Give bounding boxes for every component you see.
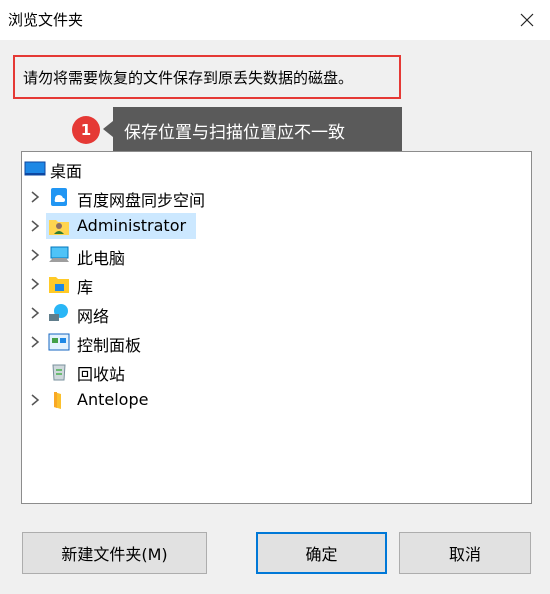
- tree-item-label: 回收站: [77, 365, 126, 384]
- user-folder-icon: [49, 220, 69, 235]
- tree-item-control-panel[interactable]: 控制面板: [22, 329, 172, 355]
- step-badge: 1: [72, 116, 100, 144]
- window-title: 浏览文件夹: [8, 11, 84, 29]
- computer-icon: [49, 246, 69, 262]
- chevron-right-icon[interactable]: [28, 248, 42, 262]
- chevron-right-icon[interactable]: [28, 219, 42, 233]
- recycle-bin-icon: [52, 364, 66, 381]
- tree-item-baidu-sync[interactable]: 百度网盘同步空间: [22, 184, 242, 210]
- close-button[interactable]: [504, 0, 550, 40]
- desktop-icon: [24, 161, 46, 176]
- ok-button[interactable]: 确定: [256, 532, 387, 574]
- cloud-sync-icon: [51, 188, 67, 206]
- tree-item-label: 网络: [77, 307, 110, 326]
- tree-item-desktop[interactable]: 桌面: [22, 155, 202, 181]
- tooltip-arrow: [103, 121, 113, 137]
- annotation-tooltip: 保存位置与扫描位置应不一致: [103, 107, 402, 151]
- chevron-right-icon[interactable]: [28, 190, 42, 204]
- tree-item-this-pc[interactable]: 此电脑: [22, 242, 172, 268]
- chevron-right-icon[interactable]: [28, 277, 42, 291]
- tree-item-administrator[interactable]: Administrator: [46, 213, 196, 239]
- folder-tree[interactable]: 桌面 百度网盘同步空间 Administrator 此电脑 库 网络 控制面板 …: [21, 151, 532, 504]
- tooltip-text: 保存位置与扫描位置应不一致: [124, 123, 345, 143]
- network-icon: [49, 304, 68, 321]
- new-folder-button[interactable]: 新建文件夹(M): [22, 532, 207, 574]
- tree-item-label: 库: [77, 278, 94, 297]
- tree-item-label: 控制面板: [77, 336, 142, 355]
- folder-icon: [54, 392, 61, 409]
- tree-item-label: 此电脑: [77, 249, 126, 268]
- chevron-right-icon[interactable]: [28, 335, 42, 349]
- tree-item-label: 桌面: [50, 162, 83, 181]
- tree-item-antelope[interactable]: Antelope: [22, 387, 182, 413]
- chevron-right-icon[interactable]: [28, 393, 42, 407]
- title-bar: 浏览文件夹: [0, 0, 550, 40]
- tree-item-recycle-bin[interactable]: 回收站: [22, 358, 162, 384]
- library-icon: [49, 277, 69, 293]
- tree-item-library[interactable]: 库: [22, 271, 142, 297]
- warning-box: 请勿将需要恢复的文件保存到原丢失数据的磁盘。: [13, 55, 401, 99]
- close-icon: [520, 13, 534, 27]
- cancel-button[interactable]: 取消: [399, 532, 531, 574]
- tree-item-label: Administrator: [77, 216, 187, 235]
- warning-text: 请勿将需要恢复的文件保存到原丢失数据的磁盘。: [23, 69, 354, 87]
- tree-item-network[interactable]: 网络: [22, 300, 142, 326]
- tree-item-label: Antelope: [77, 390, 149, 409]
- chevron-right-icon[interactable]: [28, 306, 42, 320]
- control-panel-icon: [48, 333, 70, 351]
- tree-item-label: 百度网盘同步空间: [77, 191, 206, 210]
